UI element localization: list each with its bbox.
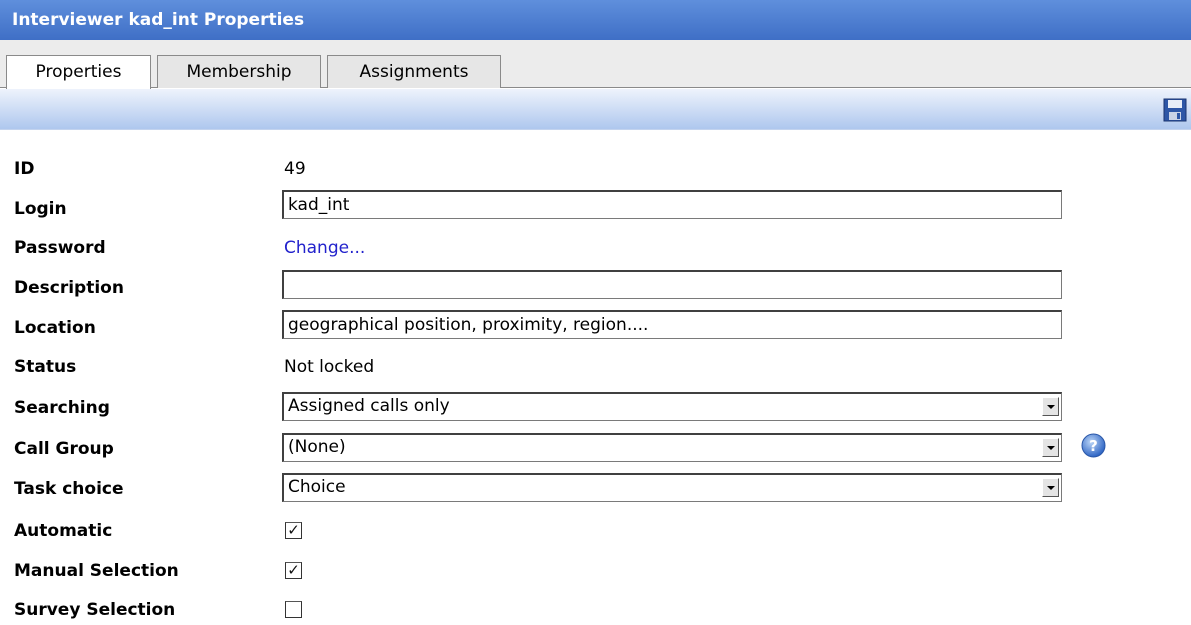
description-label: Description	[14, 278, 124, 298]
save-icon[interactable]	[1163, 98, 1187, 122]
password-label: Password	[14, 238, 106, 258]
survey-selection-label: Survey Selection	[14, 600, 176, 620]
call-group-selected-value: (None)	[288, 437, 346, 457]
dropdown-arrow-icon[interactable]	[1042, 438, 1059, 457]
survey-selection-checkbox[interactable]	[285, 601, 302, 618]
searching-selected-value: Assigned calls only	[288, 396, 450, 416]
location-input[interactable]	[282, 310, 1062, 339]
manual-selection-label: Manual Selection	[14, 561, 179, 581]
login-input[interactable]	[282, 190, 1062, 219]
location-label: Location	[14, 318, 96, 338]
call-group-label: Call Group	[14, 439, 114, 459]
searching-select[interactable]: Assigned calls only	[282, 392, 1062, 421]
automatic-checkbox[interactable]: ✓	[285, 522, 302, 539]
task-choice-select[interactable]: Choice	[282, 473, 1062, 502]
id-label: ID	[14, 159, 35, 179]
login-label: Login	[14, 199, 67, 219]
tab-properties[interactable]: Properties	[6, 55, 151, 89]
searching-label: Searching	[14, 398, 110, 418]
task-choice-selected-value: Choice	[288, 477, 346, 497]
description-input[interactable]	[282, 270, 1062, 299]
task-choice-label: Task choice	[14, 479, 124, 499]
id-value: 49	[284, 159, 306, 179]
window-title: Interviewer kad_int Properties	[0, 0, 1191, 40]
dropdown-arrow-icon[interactable]	[1042, 397, 1059, 416]
tab-assignments[interactable]: Assignments	[327, 55, 501, 88]
svg-text:?: ?	[1089, 437, 1098, 455]
automatic-label: Automatic	[14, 521, 113, 541]
manual-selection-checkbox[interactable]: ✓	[285, 562, 302, 579]
call-group-select[interactable]: (None)	[282, 433, 1062, 462]
change-password-link[interactable]: Change...	[284, 237, 365, 259]
toolbar	[0, 89, 1191, 130]
tab-membership[interactable]: Membership	[157, 55, 321, 88]
status-value: Not locked	[284, 357, 375, 377]
help-icon[interactable]: ?	[1081, 433, 1106, 458]
status-label: Status	[14, 357, 77, 377]
dropdown-arrow-icon[interactable]	[1042, 478, 1059, 497]
